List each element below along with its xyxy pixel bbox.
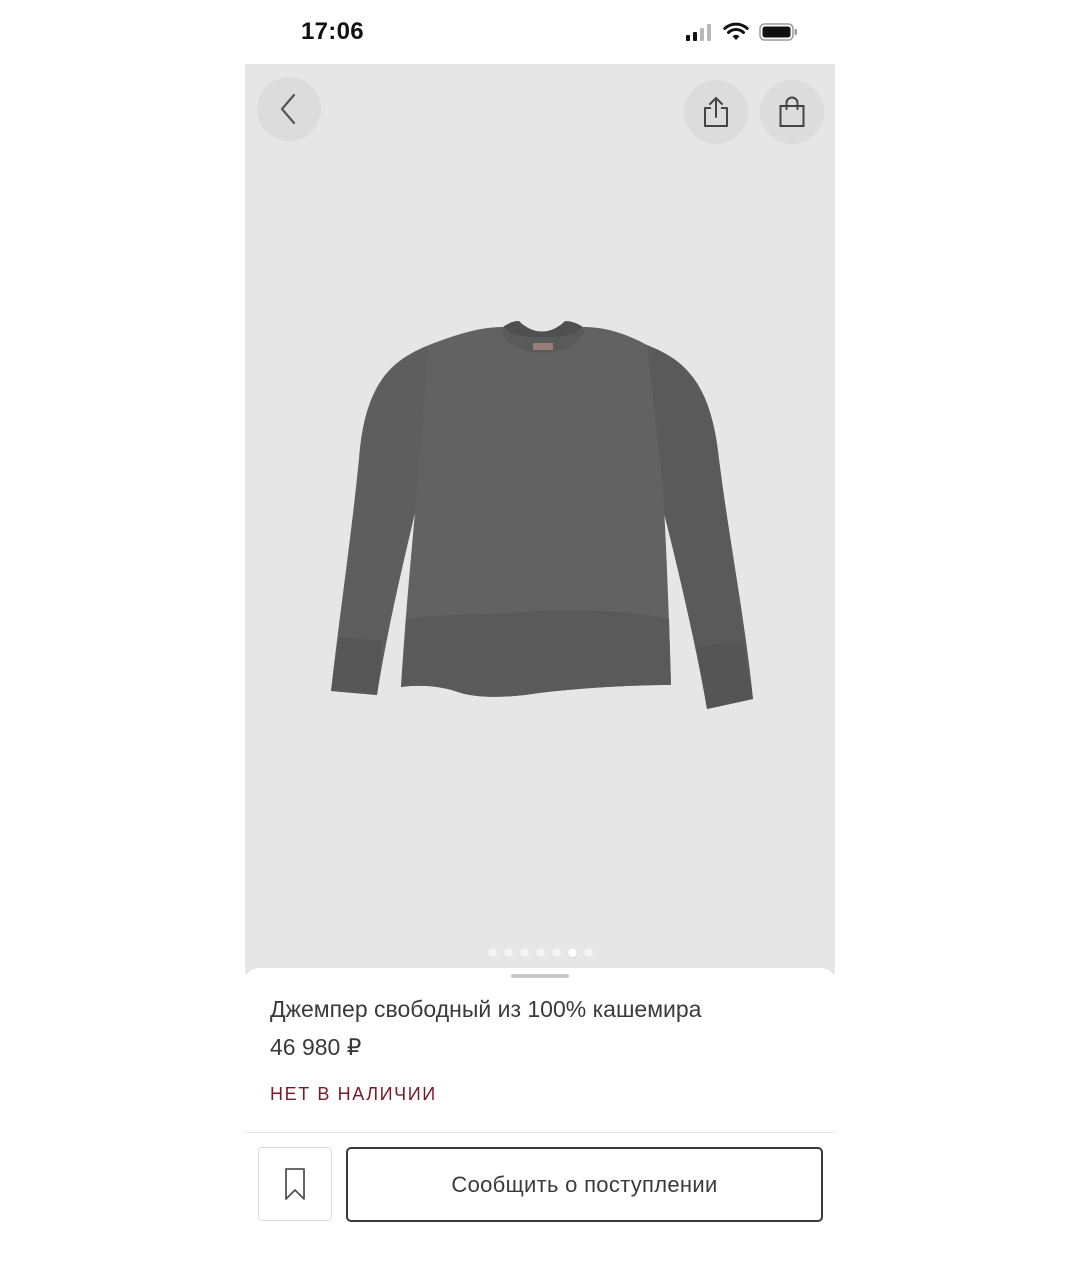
wifi-icon (723, 22, 749, 47)
app-screen: 17:06 Джемпер свободный из 100% кашемира… (245, 0, 835, 1280)
shopping-bag-icon (779, 96, 805, 127)
carousel-dot[interactable] (519, 948, 529, 957)
back-button[interactable] (257, 77, 321, 141)
product-info-sheet: Джемпер свободный из 100% кашемира 46 98… (245, 968, 835, 1280)
status-icons (685, 22, 799, 47)
carousel-dot[interactable] (535, 948, 545, 957)
cellular-signal-icon (685, 22, 713, 47)
share-button[interactable] (684, 80, 748, 144)
product-title: Джемпер свободный из 100% кашемира (270, 996, 702, 1022)
product-gallery[interactable] (245, 64, 835, 974)
carousel-pagination[interactable] (245, 948, 835, 957)
status-bar: 17:06 (245, 0, 835, 64)
bookmark-icon (285, 1168, 305, 1200)
notify-button[interactable]: Сообщить о поступлении (346, 1147, 823, 1222)
share-icon (704, 97, 728, 127)
divider (245, 1132, 835, 1133)
carousel-dot[interactable] (487, 948, 497, 957)
product-price: 46 980 ₽ (270, 1034, 362, 1060)
bookmark-button[interactable] (258, 1147, 332, 1221)
carousel-dot-active[interactable] (567, 948, 577, 957)
status-time: 17:06 (301, 18, 364, 45)
chevron-left-icon (280, 93, 296, 125)
battery-icon (759, 22, 799, 47)
shopping-bag-button[interactable] (760, 80, 824, 144)
carousel-dot[interactable] (503, 948, 513, 957)
carousel-dot[interactable] (551, 948, 561, 957)
sweater-image (331, 321, 753, 709)
stock-status: НЕТ В НАЛИЧИИ (270, 1084, 437, 1104)
sheet-grabber[interactable] (511, 974, 569, 978)
carousel-dot[interactable] (583, 948, 593, 957)
